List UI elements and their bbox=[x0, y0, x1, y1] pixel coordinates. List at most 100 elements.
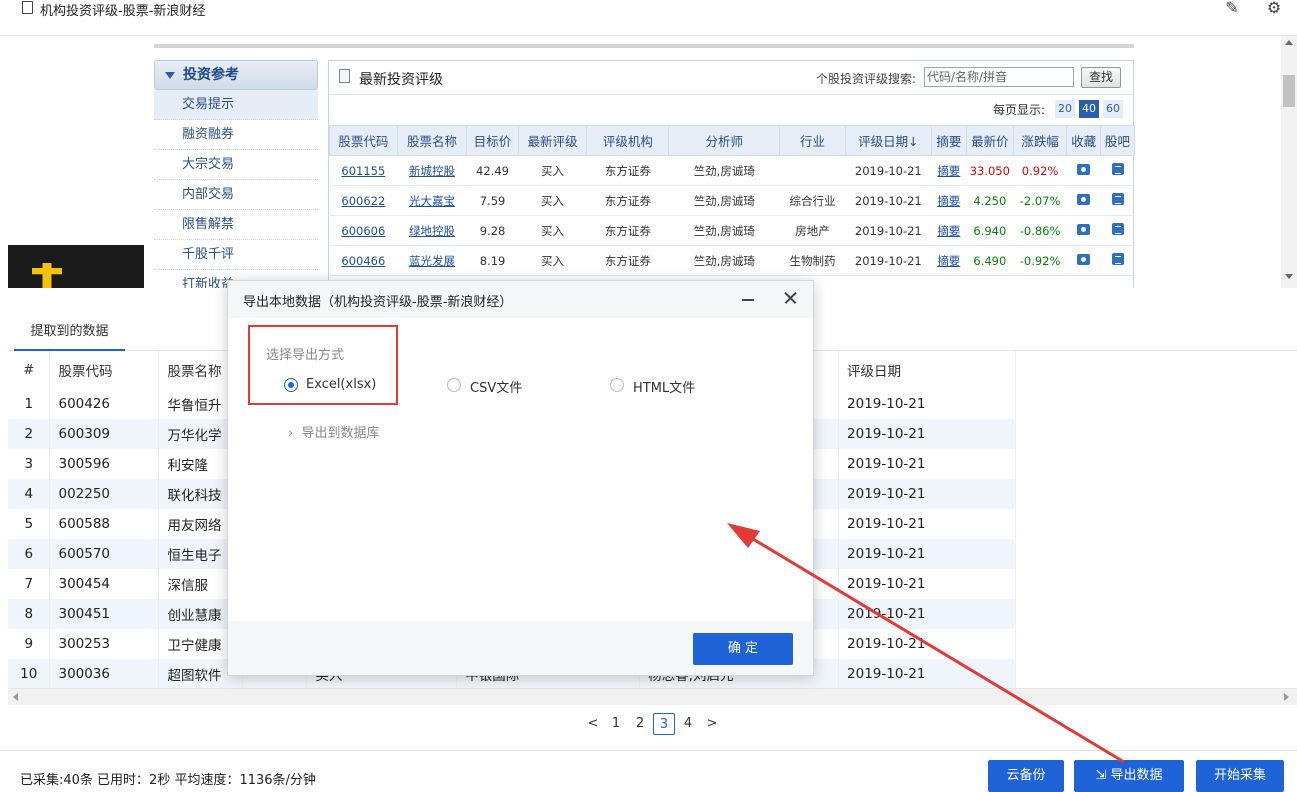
eye-icon[interactable] bbox=[1077, 223, 1091, 235]
stock-name-link[interactable]: 新城控股 bbox=[397, 155, 467, 186]
sidebar-item-lockup-release[interactable]: 限售解禁 bbox=[154, 210, 318, 240]
sidebar-item-block-trade[interactable]: 大宗交易 bbox=[154, 150, 318, 180]
prev-page-button[interactable]: < bbox=[582, 713, 604, 735]
col-latest-rating[interactable]: 最新评级 bbox=[517, 125, 588, 156]
summary-link[interactable]: 摘要 bbox=[931, 155, 967, 186]
confirm-button[interactable]: 确 定 bbox=[693, 633, 793, 665]
stock-code-link[interactable]: 600622 bbox=[329, 185, 398, 216]
col-target-price[interactable]: 目标价 bbox=[466, 125, 519, 156]
window-title: 机构投资评级-股票-新浪财经 bbox=[40, 4, 206, 19]
rating-date: 2019-10-21 bbox=[845, 155, 932, 186]
favorite-cell[interactable] bbox=[1066, 185, 1101, 216]
forum-icon[interactable] bbox=[1111, 163, 1124, 175]
forum-icon[interactable] bbox=[1111, 193, 1124, 205]
sidebar-item-trade-tips[interactable]: 交易提示 bbox=[154, 90, 318, 120]
summary-link[interactable]: 摘要 bbox=[931, 185, 967, 216]
per-page-60[interactable]: 60 bbox=[1103, 100, 1123, 118]
radio-csv[interactable] bbox=[447, 378, 461, 392]
page-3-current[interactable]: 3 bbox=[653, 713, 675, 735]
export-database-toggle[interactable]: › 导出到数据库 bbox=[288, 422, 379, 441]
col-rating-date[interactable]: 评级日期 bbox=[838, 351, 1016, 389]
eye-icon[interactable] bbox=[1077, 193, 1091, 205]
col-favorite[interactable]: 收藏 bbox=[1066, 125, 1102, 156]
stock-code-link[interactable]: 601155 bbox=[329, 155, 398, 186]
page-1[interactable]: 1 bbox=[605, 713, 627, 735]
analyst: 竺劲,房诚琦 bbox=[668, 185, 780, 216]
edit-icon[interactable]: ✎ bbox=[1222, 0, 1242, 18]
scroll-up-icon[interactable] bbox=[1285, 40, 1293, 45]
eye-icon[interactable] bbox=[1077, 163, 1091, 175]
industry: 房地产 bbox=[779, 215, 846, 246]
page-vertical-scrollbar[interactable] bbox=[1281, 36, 1297, 288]
cloud-backup-button[interactable]: 云备份 bbox=[988, 760, 1064, 792]
scroll-right-icon[interactable] bbox=[1284, 693, 1289, 701]
scrollbar-thumb[interactable] bbox=[1283, 75, 1295, 107]
col-stock-code[interactable]: 股票代码 bbox=[49, 351, 160, 389]
stock-code-link[interactable]: 600466 bbox=[329, 245, 398, 276]
col-latest-price[interactable]: 最新价 bbox=[965, 125, 1014, 156]
stock-search-input[interactable]: 代码/名称/拼音 bbox=[924, 67, 1074, 87]
rating-row: 600466 蓝光发展 8.19 买入 东方证券 竺劲,房诚琦 生物制药 2019-10-21… bbox=[329, 245, 1135, 276]
latest-price: 6.940 bbox=[966, 215, 1014, 246]
page-4[interactable]: 4 bbox=[677, 713, 699, 735]
favorite-cell[interactable] bbox=[1066, 155, 1101, 186]
row-index: 8 bbox=[8, 599, 51, 629]
col-rating-org[interactable]: 评级机构 bbox=[586, 125, 670, 156]
minimize-icon[interactable] bbox=[740, 290, 756, 306]
stock-code-link[interactable]: 600606 bbox=[329, 215, 398, 246]
option-csv-label[interactable]: CSV文件 bbox=[470, 377, 522, 396]
forum-cell[interactable] bbox=[1100, 215, 1135, 246]
forum-cell[interactable] bbox=[1100, 245, 1135, 276]
close-icon[interactable] bbox=[782, 290, 798, 306]
summary-link[interactable]: 摘要 bbox=[931, 215, 967, 246]
col-forum[interactable]: 股吧 bbox=[1100, 125, 1135, 156]
sidebar-heading[interactable]: 投资参考 bbox=[154, 60, 318, 90]
next-page-button[interactable]: > bbox=[701, 713, 723, 735]
start-collect-button[interactable]: 开始采集 bbox=[1196, 760, 1284, 792]
col-stock-name[interactable]: 股票名称 bbox=[396, 125, 468, 156]
search-button[interactable]: 查找 bbox=[1081, 67, 1121, 88]
cell-stock-code: 300253 bbox=[49, 629, 160, 659]
page-top-divider bbox=[154, 44, 1134, 48]
forum-cell[interactable] bbox=[1100, 155, 1135, 186]
summary-link[interactable]: 摘要 bbox=[931, 245, 967, 276]
col-stock-code[interactable]: 股票代码 bbox=[329, 125, 398, 156]
radio-html[interactable] bbox=[610, 378, 624, 392]
cell-stock-code: 600426 bbox=[49, 389, 160, 419]
gear-icon[interactable]: ⚙ bbox=[1264, 0, 1284, 18]
rating-value: 买入 bbox=[518, 185, 587, 216]
stock-name-link[interactable]: 光大嘉宝 bbox=[397, 185, 467, 216]
stock-name-link[interactable]: 蓝光发展 bbox=[397, 245, 467, 276]
forum-cell[interactable] bbox=[1100, 185, 1135, 216]
favorite-cell[interactable] bbox=[1066, 245, 1101, 276]
eye-icon[interactable] bbox=[1077, 253, 1091, 265]
sidebar-item-stock-review[interactable]: 千股千评 bbox=[154, 240, 318, 270]
scroll-left-icon[interactable] bbox=[13, 693, 18, 701]
scroll-down-icon[interactable] bbox=[1285, 274, 1293, 279]
per-page-40[interactable]: 40 bbox=[1079, 100, 1099, 118]
forum-icon[interactable] bbox=[1111, 223, 1124, 235]
option-html-label[interactable]: HTML文件 bbox=[633, 377, 695, 396]
favorite-cell[interactable] bbox=[1066, 215, 1101, 246]
col-analyst[interactable]: 分析师 bbox=[668, 125, 781, 156]
tab-extracted-data[interactable]: 提取到的数据 bbox=[14, 312, 125, 351]
sidebar-item-margin[interactable]: 融资融券 bbox=[154, 120, 318, 150]
col-rating-date[interactable]: 评级日期↓ bbox=[844, 125, 932, 156]
row-index: 4 bbox=[8, 479, 51, 509]
stock-name-link[interactable]: 绿地控股 bbox=[397, 215, 467, 246]
forum-icon[interactable] bbox=[1111, 253, 1124, 265]
col-industry[interactable]: 行业 bbox=[779, 125, 846, 156]
page-2[interactable]: 2 bbox=[629, 713, 651, 735]
grid-horizontal-scrollbar[interactable] bbox=[8, 688, 1297, 705]
per-page-20[interactable]: 20 bbox=[1055, 100, 1075, 118]
rating-row: 600606 绿地控股 9.28 买入 东方证券 竺劲,房诚琦 房地产 2019-10-21 摘… bbox=[329, 215, 1135, 246]
annotation-highlight-box bbox=[248, 325, 398, 405]
col-summary[interactable]: 摘要 bbox=[930, 125, 967, 156]
row-index: 6 bbox=[8, 539, 51, 569]
export-data-button[interactable]: ⇲ 导出数据 bbox=[1074, 760, 1184, 792]
panel-header: 最新投资评级 个股投资评级搜索: 代码/名称/拼音 查找 bbox=[329, 61, 1133, 95]
ad-banner[interactable] bbox=[8, 245, 144, 288]
sidebar-heading-label: 投资参考 bbox=[183, 67, 239, 83]
col-change[interactable]: 涨跌幅 bbox=[1012, 125, 1068, 156]
sidebar-item-insider-trade[interactable]: 内部交易 bbox=[154, 180, 318, 210]
